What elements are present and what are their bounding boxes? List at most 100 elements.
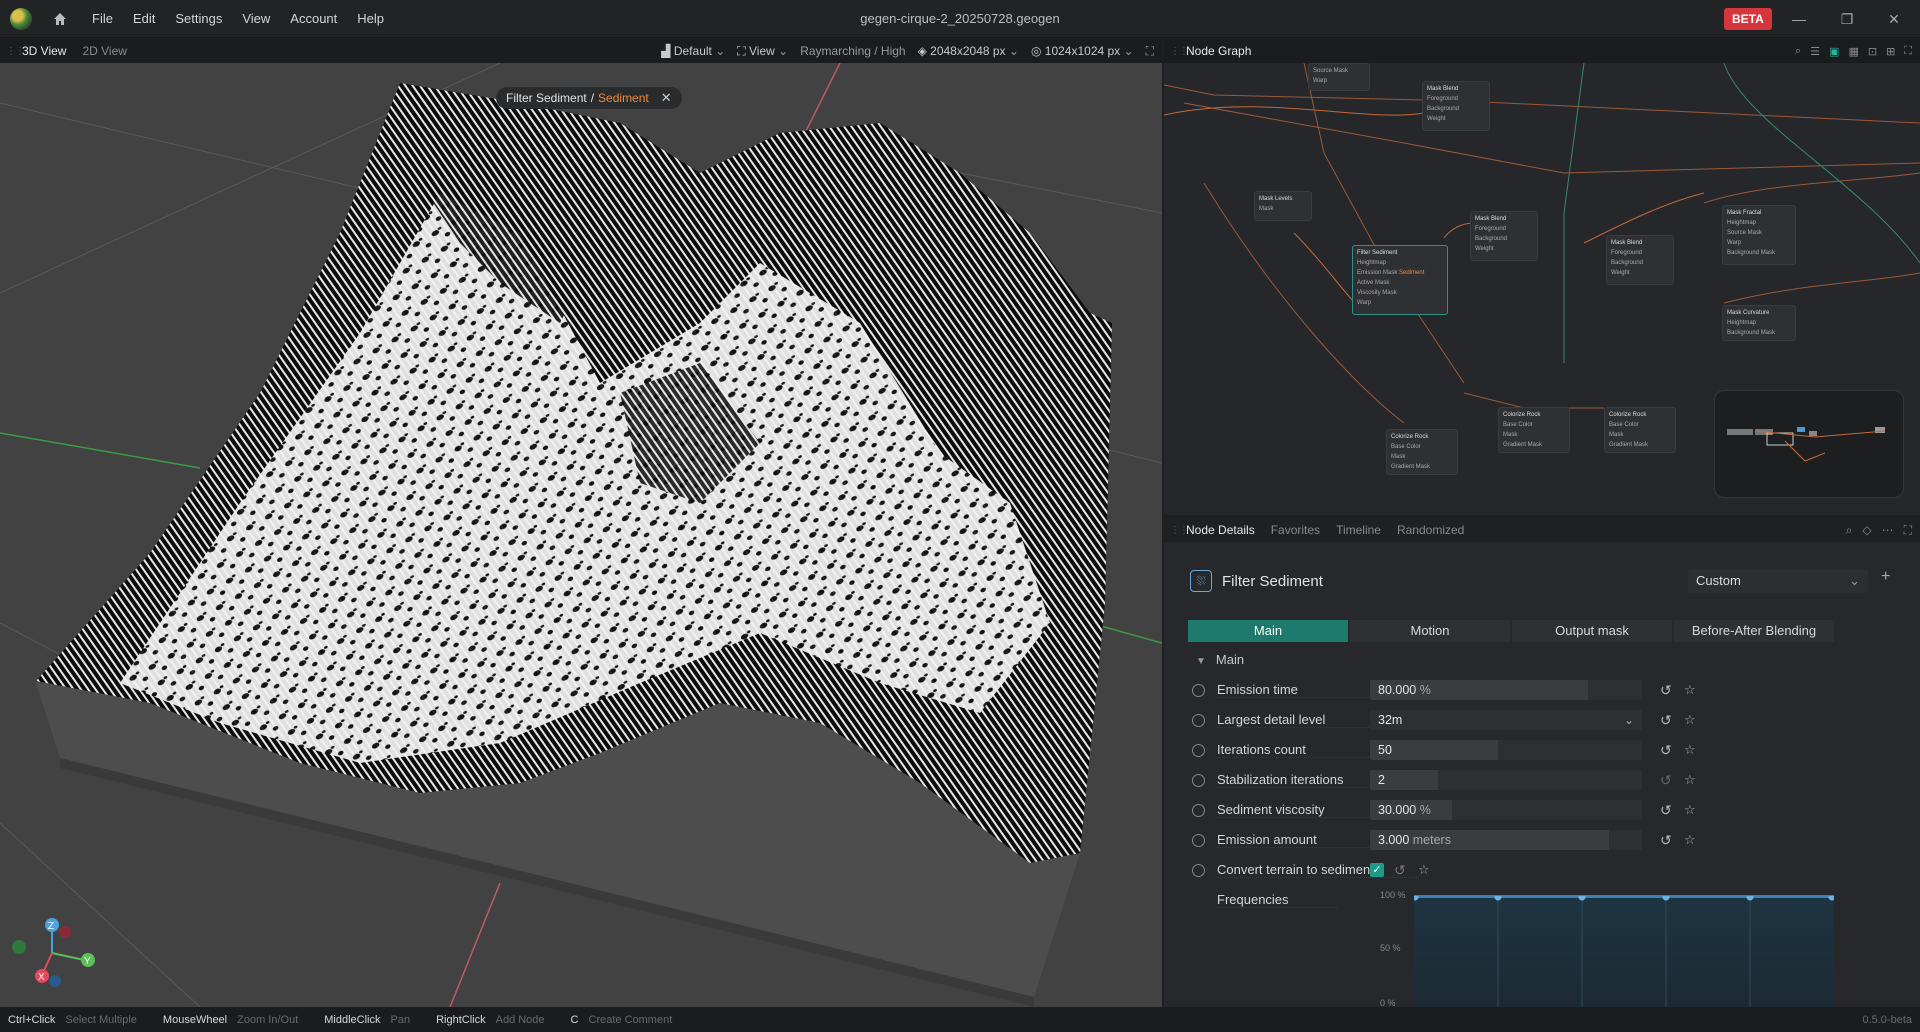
home-icon[interactable] <box>52 11 68 27</box>
frame-icon[interactable]: ⊡ <box>1868 45 1877 58</box>
node-graph-canvas[interactable]: Source Mask Warp Mask Blend Foreground Ba… <box>1164 63 1920 515</box>
subtab-output-mask[interactable]: Output mask <box>1512 620 1672 642</box>
graph-minimap[interactable] <box>1714 390 1904 498</box>
convert-terrain-checkbox[interactable]: ✓ <box>1370 863 1384 877</box>
menu-help[interactable]: Help <box>347 11 394 26</box>
graph-node-mask-blend[interactable]: Mask Blend Foreground Background Weight <box>1422 81 1490 131</box>
breadcrumb-node[interactable]: Filter Sediment <box>506 91 587 105</box>
preset-select[interactable]: Custom ⌄ <box>1688 569 1868 593</box>
grid-icon[interactable]: ▦ <box>1848 45 1858 58</box>
sediment-viscosity-slider[interactable]: 30.000 % <box>1370 800 1642 820</box>
star-icon[interactable]: ☆ <box>1684 712 1696 728</box>
reset-icon[interactable]: ↺ <box>1660 742 1672 759</box>
graph-node-colorize-rock[interactable]: Colorize Rock Base Color Mask Gradient M… <box>1498 407 1570 453</box>
graph-node-colorize-rock[interactable]: Colorize Rock Base Color Mask Gradient M… <box>1604 407 1676 453</box>
iterations-count-slider[interactable]: 50 <box>1370 740 1642 760</box>
curve-point[interactable] <box>1828 893 1836 901</box>
tab-favorites[interactable]: Favorites <box>1263 523 1328 537</box>
close-window-icon[interactable]: ✕ <box>1882 8 1906 30</box>
resolution-select[interactable]: ◈ 2048x2048 px ⌄ <box>918 44 1019 58</box>
port-gradient-mask: Gradient Mask <box>1503 442 1543 448</box>
search-icon[interactable]: ⌕ <box>1795 45 1801 58</box>
reset-icon[interactable]: ↺ <box>1660 772 1672 789</box>
menu-account[interactable]: Account <box>280 11 347 26</box>
preview-resolution-select[interactable]: ◎ 1024x1024 px ⌄ <box>1031 44 1134 58</box>
graph-node-mask-blend[interactable]: Mask Blend Foreground Background Weight <box>1470 211 1538 261</box>
subtab-before-after-blending[interactable]: Before-After Blending <box>1674 620 1834 642</box>
menu-settings[interactable]: Settings <box>165 11 232 26</box>
drag-handle-icon[interactable]: ⋮⋮ <box>6 46 25 57</box>
animate-radio[interactable] <box>1192 773 1205 787</box>
menu-view[interactable]: View <box>232 11 280 26</box>
drag-handle-icon[interactable]: ⋮⋮ <box>1170 46 1189 57</box>
stabilization-iterations-slider[interactable]: 2 <box>1370 770 1642 790</box>
curve-point[interactable] <box>1494 893 1502 901</box>
tab-randomized[interactable]: Randomized <box>1389 523 1472 537</box>
section-main[interactable]: ▼ Main <box>1196 652 1244 667</box>
drag-handle-icon[interactable]: ⋮⋮ <box>1170 525 1189 536</box>
graph-node-mask-fractal[interactable]: Mask Fractal Heightmap Source Mask Warp … <box>1722 205 1796 265</box>
curve-point[interactable] <box>1411 893 1419 901</box>
graph-node-mask-levels[interactable]: Mask Levels Mask <box>1254 191 1312 221</box>
x-axis-label: X <box>38 972 45 983</box>
curve-point[interactable] <box>1746 893 1754 901</box>
render-mode-label[interactable]: Raymarching / High <box>800 44 905 58</box>
node-title: Filter Sediment <box>1222 572 1323 590</box>
reset-icon[interactable]: ↺ <box>1660 832 1672 849</box>
star-icon[interactable]: ☆ <box>1684 742 1696 758</box>
diamond-icon[interactable]: ◇ <box>1862 523 1871 537</box>
arrange-icon[interactable]: ⊞ <box>1886 45 1895 58</box>
fullscreen-icon[interactable]: ⛶ <box>1904 523 1912 538</box>
graph-node-colorize-rock[interactable]: Colorize Rock Base Color Mask Gradient M… <box>1386 429 1458 475</box>
subtab-motion[interactable]: Motion <box>1350 620 1510 642</box>
frequencies-curve-editor[interactable] <box>1411 893 1836 1008</box>
graph-node-mask-curvature[interactable]: Mask Curvature Heightmap Background Mask <box>1722 305 1796 341</box>
3d-viewport[interactable]: Z Y X Filter Sediment / Sediment ✕ <box>0 63 1162 1007</box>
minimize-icon[interactable]: — <box>1787 8 1811 30</box>
emission-time-slider[interactable]: 80.000 % <box>1370 680 1642 700</box>
star-icon[interactable]: ☆ <box>1684 802 1696 818</box>
graph-node-mask-blend[interactable]: Mask Blend Foreground Background Weight <box>1606 235 1674 285</box>
search-icon[interactable]: ⌕ <box>1846 523 1853 538</box>
animate-radio[interactable] <box>1192 713 1205 727</box>
tab-node-graph[interactable]: Node Graph <box>1178 44 1259 58</box>
reset-icon[interactable]: ↺ <box>1660 682 1672 699</box>
graph-node-filter-sediment[interactable]: Filter Sediment Heightmap Emission Mask … <box>1352 245 1448 315</box>
curve-point[interactable] <box>1578 893 1586 901</box>
tab-node-details[interactable]: Node Details <box>1178 523 1263 537</box>
camera-select[interactable]: ▟ Default ⌄ <box>661 44 725 58</box>
axis-gizmo[interactable]: Z Y X <box>12 918 95 987</box>
curve-point[interactable] <box>1662 893 1670 901</box>
maximize-icon[interactable]: ❐ <box>1835 8 1859 30</box>
tab-timeline[interactable]: Timeline <box>1328 523 1389 537</box>
menu-edit[interactable]: Edit <box>123 11 165 26</box>
subtab-main[interactable]: Main <box>1188 620 1348 642</box>
reset-icon[interactable]: ↺ <box>1394 862 1406 879</box>
largest-detail-level-select[interactable]: 32m ⌄ <box>1370 710 1642 730</box>
view-select[interactable]: ⛶ View ⌄ <box>737 44 788 59</box>
tab-2d-view[interactable]: 2D View <box>74 44 134 58</box>
animate-radio[interactable] <box>1192 683 1205 697</box>
reset-icon[interactable]: ↺ <box>1660 712 1672 729</box>
close-icon[interactable]: ✕ <box>661 90 672 106</box>
list-icon[interactable]: ☰ <box>1810 45 1820 58</box>
add-preset-icon[interactable]: + <box>1881 568 1890 586</box>
animate-radio[interactable] <box>1192 803 1205 817</box>
animate-radio[interactable] <box>1192 833 1205 847</box>
animate-radio[interactable] <box>1192 863 1205 877</box>
reset-icon[interactable]: ↺ <box>1660 802 1672 819</box>
emission-amount-slider[interactable]: 3.000 meters <box>1370 830 1642 850</box>
layout-icon[interactable]: ▣ <box>1829 45 1839 58</box>
fullscreen-icon[interactable]: ⛶ <box>1146 44 1154 59</box>
star-icon[interactable]: ☆ <box>1684 682 1696 698</box>
tab-3d-view[interactable]: 3D View <box>14 44 74 58</box>
fullscreen-icon[interactable]: ⛶ <box>1904 45 1912 58</box>
menu-file[interactable]: File <box>82 11 123 26</box>
star-icon[interactable]: ☆ <box>1684 832 1696 848</box>
graph-node-warp[interactable]: Source Mask Warp <box>1308 63 1370 91</box>
more-icon[interactable]: ⋯ <box>1882 523 1894 537</box>
breadcrumb-output[interactable]: Sediment <box>598 91 649 105</box>
star-icon[interactable]: ☆ <box>1684 772 1696 788</box>
star-icon[interactable]: ☆ <box>1418 862 1430 878</box>
animate-radio[interactable] <box>1192 743 1205 757</box>
